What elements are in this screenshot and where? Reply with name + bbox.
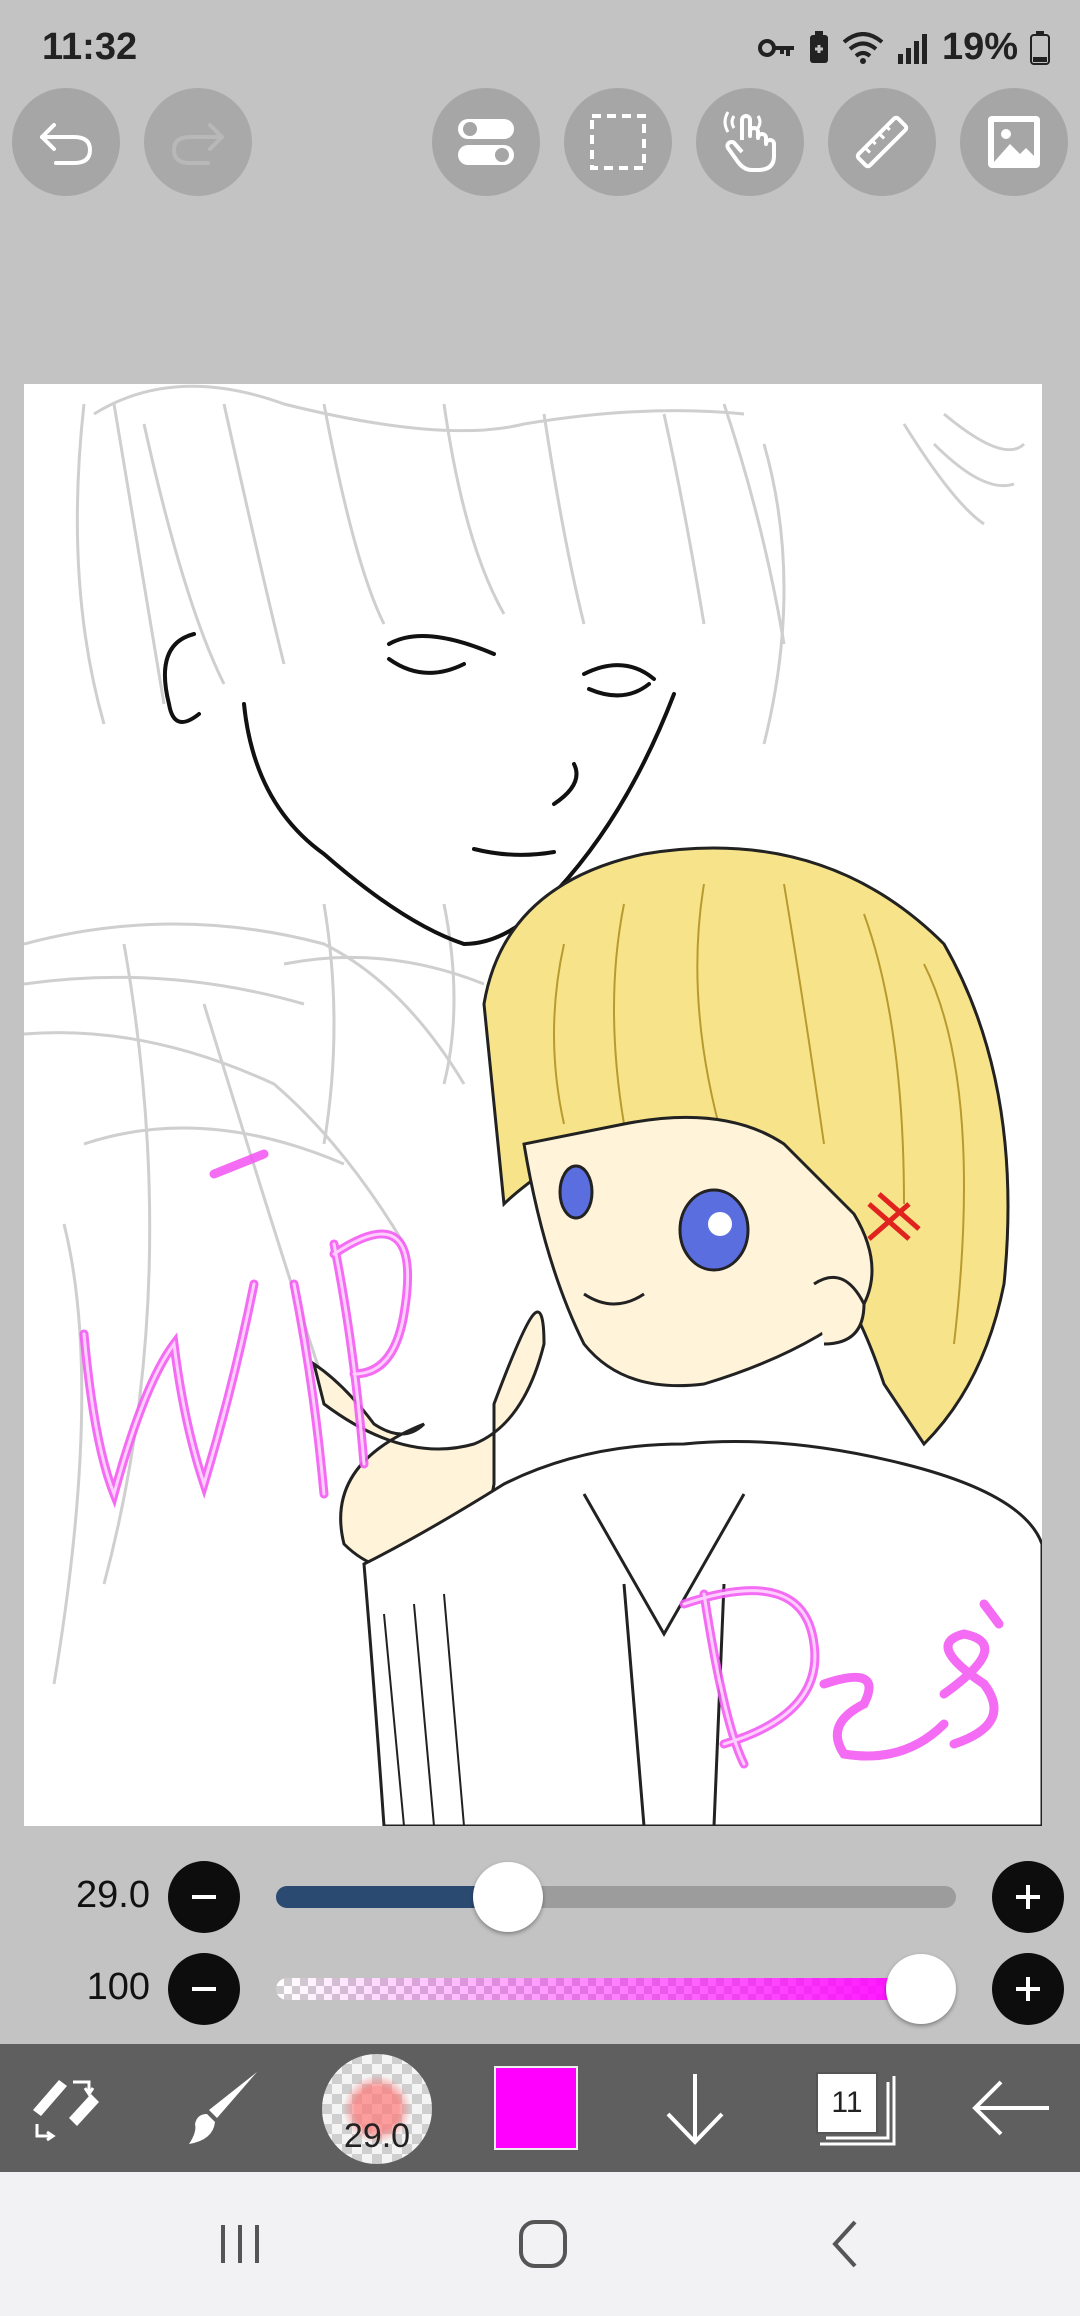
brush-size-fill [276,1886,504,1908]
download-icon [666,2074,724,2145]
chevron-left-icon [832,2220,857,2268]
canvas-artwork [24,384,1042,1826]
brush-size-track[interactable] [276,1886,956,1908]
image-button[interactable] [960,88,1068,196]
undo-icon [40,123,93,165]
selection-icon [590,114,646,170]
wifi-icon [842,31,884,64]
vpn-key-icon [757,38,794,57]
battery-percent: 19% [941,26,1018,68]
brush-button[interactable] [176,2044,266,2172]
bottom-toolbar: 29.0 11 [0,2044,1080,2172]
battery-icon [1030,30,1050,65]
minus-icon [192,1987,216,1991]
image-icon [988,116,1040,168]
brush-size-thumb[interactable] [473,1862,544,1932]
selection-button[interactable] [564,88,672,196]
opacity-slider-row: 100 [0,1944,1080,2034]
undo-button[interactable] [12,88,120,196]
minus-icon [192,1895,216,1899]
drawing-canvas[interactable] [24,384,1042,1826]
plus-icon [1016,1977,1040,2001]
status-bar: 11:32 19% [0,0,1080,90]
brush-icon [189,2072,257,2144]
transform-tool-icon [33,2080,99,2142]
opacity-value: 100 [86,1966,150,2008]
opacity-increase-button[interactable] [992,1953,1064,2025]
brush-size-decrease-button[interactable] [168,1861,240,1933]
hand-tool-button[interactable] [696,88,804,196]
ruler-icon [855,115,909,169]
opacity-thumb[interactable] [886,1954,956,2024]
back-button[interactable] [966,2044,1056,2172]
navigation-bar [0,2172,1080,2316]
color-swatch[interactable] [494,2066,578,2150]
hand-tool-icon [723,111,776,172]
battery-saver-icon [809,30,828,63]
signal-icon [897,33,927,64]
brush-size-indicator[interactable]: 29.0 [322,2054,432,2164]
plus-icon [1016,1885,1040,1909]
status-icons: 19% [757,26,1050,69]
ruler-button[interactable] [828,88,936,196]
opacity-decrease-button[interactable] [168,1953,240,2025]
opacity-track[interactable] [276,1978,956,2000]
redo-button[interactable] [144,88,252,196]
recent-apps-button[interactable] [205,2212,275,2276]
brush-size-value: 29.0 [76,1874,150,1916]
status-time: 11:32 [42,26,138,68]
home-icon [519,2220,567,2268]
back-arrow-icon [972,2080,1049,2136]
transform-tool-button[interactable] [20,2044,110,2172]
system-back-button[interactable] [810,2212,880,2276]
toggle-button[interactable] [432,88,540,196]
brush-size-increase-button[interactable] [992,1861,1064,1933]
layers-button[interactable]: 11 [816,2072,896,2148]
top-toolbar [0,88,1080,196]
home-button[interactable] [508,2212,578,2276]
redo-icon [171,123,224,165]
brush-size-indicator-label: 29.0 [343,2117,411,2155]
brush-size-slider-row: 29.0 [0,1852,1080,1942]
download-button[interactable] [650,2044,740,2172]
layer-count: 11 [816,2072,878,2134]
toggle-icon [458,119,514,165]
recent-apps-icon [221,2225,259,2263]
